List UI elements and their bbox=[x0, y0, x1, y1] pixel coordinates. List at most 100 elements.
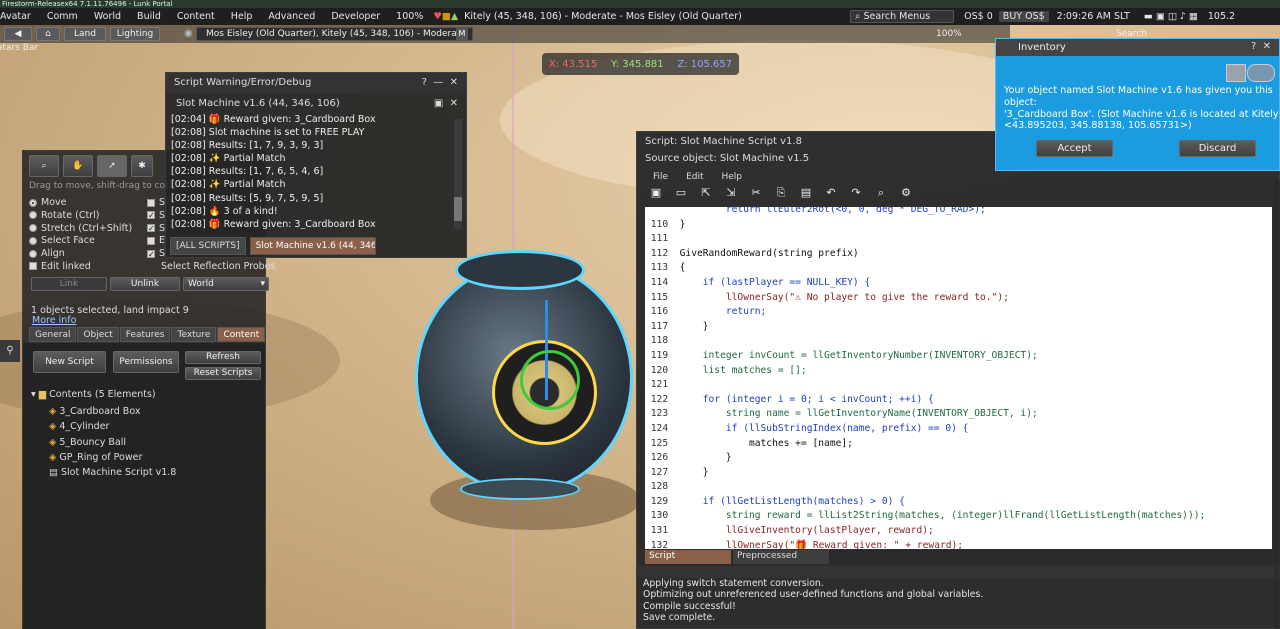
location-pin-icon[interactable]: ⚲ bbox=[0, 340, 20, 362]
refresh-button[interactable]: Refresh bbox=[185, 351, 261, 364]
more-info-link[interactable]: More info bbox=[32, 315, 76, 326]
code-editor[interactable]: return llEuler2Rot(<0, 0, deg * DEG_TO_R… bbox=[645, 207, 1272, 549]
editor-divider[interactable] bbox=[637, 566, 1279, 578]
mode-select-face[interactable]: Select Face bbox=[29, 235, 159, 248]
undo-icon[interactable]: ↶ bbox=[824, 186, 838, 200]
location-info-icon[interactable]: ◉ bbox=[184, 28, 196, 40]
rotate-gizmo[interactable] bbox=[520, 350, 580, 410]
tab-all-scripts[interactable]: [ALL SCRIPTS] bbox=[170, 237, 246, 255]
tab-content[interactable]: Content bbox=[217, 327, 266, 342]
mode-stretch[interactable]: Stretch (Ctrl+Shift) bbox=[29, 223, 159, 236]
edit-linked-checkbox[interactable]: Edit linked bbox=[29, 261, 159, 274]
region-status[interactable]: Kitely (45, 348, 106) - Moderate - Mos E… bbox=[460, 11, 850, 22]
debug-sub-controls[interactable]: ▣ ✕ bbox=[434, 98, 458, 109]
menu-build[interactable]: Build bbox=[129, 11, 169, 22]
menu-comm[interactable]: Comm bbox=[39, 11, 86, 22]
import-icon[interactable]: ⇲ bbox=[724, 186, 738, 200]
location-input[interactable]: Mos Eisley (Old Quarter), Kitely (45, 34… bbox=[196, 27, 473, 41]
tab-general[interactable]: General bbox=[29, 327, 77, 342]
reset-scripts-button[interactable]: Reset Scripts bbox=[185, 367, 261, 380]
balance: OS$ 0 bbox=[964, 11, 993, 22]
menu-file[interactable]: File bbox=[653, 172, 668, 182]
create-tool-icon[interactable]: ✱ bbox=[131, 155, 153, 177]
system-icons[interactable]: ▬ ▣ ◫ ♪ ▦ bbox=[1138, 11, 1204, 22]
list-item[interactable]: ◈ 5_Bouncy Ball bbox=[49, 435, 176, 450]
search-menus[interactable]: ⌕ Search Menus bbox=[850, 10, 955, 23]
list-item[interactable]: ▤ Slot Machine Script v1.8 bbox=[49, 465, 176, 480]
line-number bbox=[645, 207, 680, 215]
debug-window-controls[interactable]: ? — ✕ bbox=[422, 77, 458, 88]
code-line: 125 matches += [name]; bbox=[645, 437, 1272, 452]
object-icon: ◈ bbox=[49, 406, 60, 417]
list-item[interactable]: ◈ 4_Cylinder bbox=[49, 419, 176, 434]
code-line: 120 list matches = []; bbox=[645, 364, 1272, 379]
menu-help[interactable]: Help bbox=[722, 172, 743, 182]
grab-tool-icon[interactable]: ✋ bbox=[63, 155, 93, 177]
scrollbar-thumb[interactable] bbox=[454, 197, 462, 221]
link-button[interactable]: Link bbox=[31, 277, 107, 291]
grid-mode-select[interactable]: World ▾ bbox=[183, 277, 269, 291]
menu-world[interactable]: World bbox=[86, 11, 129, 22]
menu-content[interactable]: Content bbox=[169, 11, 223, 22]
tab-object[interactable]: Object bbox=[77, 327, 119, 342]
compile-status: Applying switch statement conversion. Op… bbox=[643, 578, 983, 623]
new-script-button[interactable]: New Script bbox=[33, 351, 106, 373]
line-number: 117 bbox=[645, 320, 680, 332]
select-reflection-probes[interactable]: Select Reflection Probes bbox=[161, 261, 276, 274]
mode-move[interactable]: Move bbox=[29, 197, 159, 210]
settings-gear-icon[interactable]: ⚙ bbox=[899, 186, 913, 200]
lighting-button[interactable]: Lighting bbox=[110, 27, 160, 41]
script-icon: ▤ bbox=[49, 467, 61, 479]
list-item[interactable]: ◈ GP_Ring of Power bbox=[49, 450, 176, 465]
buy-currency-button[interactable]: BUY OS$ bbox=[998, 11, 1049, 22]
permissions-button[interactable]: Permissions bbox=[113, 351, 179, 373]
search-icon[interactable]: ⌕ bbox=[874, 186, 888, 200]
code-text: integer invCount = llGetInventoryNumber(… bbox=[679, 349, 1038, 361]
debug-scrollbar[interactable] bbox=[454, 119, 462, 229]
line-number: 129 bbox=[645, 495, 680, 507]
avatars-bar-label[interactable]: Avatars Bar bbox=[0, 43, 66, 53]
code-text: llGiveInventory(lastPlayer, reward); bbox=[679, 525, 934, 537]
land-button[interactable]: Land bbox=[64, 27, 106, 41]
contents-folder[interactable]: ▾ ▆ Contents (5 Elements) bbox=[31, 389, 156, 400]
save-icon[interactable]: ▣ bbox=[649, 186, 663, 200]
coord-z: Z: 105.657 bbox=[677, 58, 733, 70]
unlink-button[interactable]: Unlink bbox=[110, 277, 180, 291]
home-icon[interactable]: ⌂ bbox=[36, 27, 60, 41]
mode-rotate[interactable]: Rotate (Ctrl) bbox=[29, 210, 159, 223]
inventory-controls[interactable]: ? ✕ bbox=[1251, 41, 1271, 52]
open-external-icon[interactable]: ⇱ bbox=[699, 186, 713, 200]
copy-icon[interactable]: ⎘ bbox=[774, 186, 788, 200]
tab-texture[interactable]: Texture bbox=[171, 327, 217, 342]
mode-align[interactable]: Align bbox=[29, 248, 159, 261]
discard-button[interactable]: Discard bbox=[1179, 140, 1256, 157]
code-line: 129 if (llGetListLength(matches) > 0) { bbox=[645, 495, 1272, 510]
code-line: 132 llOwnerSay("🎁 Reward given: " + rewa… bbox=[645, 539, 1272, 549]
line-number: 131 bbox=[645, 525, 680, 537]
tab-features[interactable]: Features bbox=[119, 327, 171, 342]
edit-tool-icon[interactable]: ➚ bbox=[97, 155, 127, 177]
line-number: 115 bbox=[645, 291, 680, 303]
maturity-badge: M bbox=[456, 28, 468, 40]
focus-tool-icon[interactable]: ⌕ bbox=[29, 155, 59, 177]
menu-avatar[interactable]: Avatar bbox=[0, 11, 39, 22]
tab-preprocessed[interactable]: Preprocessed bbox=[733, 550, 829, 564]
paste-icon[interactable]: ▤ bbox=[799, 186, 813, 200]
coordinates-hud: X: 43.515 Y: 345.881 Z: 105.657 bbox=[542, 53, 739, 75]
list-item[interactable]: ◈ 3_Cardboard Box bbox=[49, 404, 176, 419]
right-edge-scrollbar[interactable] bbox=[1274, 180, 1280, 629]
menu-help[interactable]: Help bbox=[223, 11, 261, 22]
accept-button[interactable]: Accept bbox=[1036, 140, 1113, 157]
cut-icon[interactable]: ✂ bbox=[749, 186, 763, 200]
code-text: } bbox=[679, 452, 732, 464]
menu-advanced[interactable]: Advanced bbox=[260, 11, 323, 22]
code-line: 131 llGiveInventory(lastPlayer, reward); bbox=[645, 524, 1272, 539]
menu-developer[interactable]: Developer bbox=[323, 11, 388, 22]
tab-slot-machine[interactable]: Slot Machine v1.6 (44, 346, bbox=[249, 237, 376, 255]
window-icon[interactable]: ▭ bbox=[674, 186, 688, 200]
menu-edit[interactable]: Edit bbox=[686, 172, 703, 182]
tab-script[interactable]: Script bbox=[645, 550, 731, 564]
back-button[interactable]: ◀ bbox=[4, 27, 32, 41]
line-number: 118 bbox=[645, 335, 680, 347]
redo-icon[interactable]: ↷ bbox=[849, 186, 863, 200]
